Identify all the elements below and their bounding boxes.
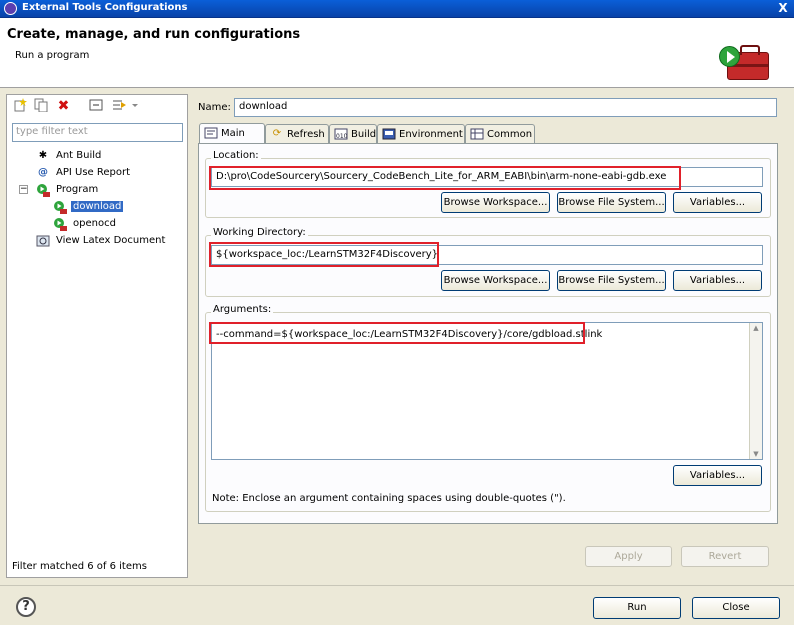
scroll-up-arrow[interactable]: ▲ xyxy=(750,323,762,333)
new-configuration-button[interactable] xyxy=(11,98,28,115)
run-button[interactable]: Run xyxy=(593,597,681,619)
close-button[interactable]: Close xyxy=(692,597,780,619)
duplicate-button[interactable] xyxy=(32,98,49,115)
name-input[interactable]: download xyxy=(234,98,777,117)
tab-environment[interactable]: Environment xyxy=(377,124,465,144)
workdir-browse-workspace-button[interactable]: Browse Workspace... xyxy=(441,270,550,291)
tree-item-openocd[interactable]: openocd xyxy=(53,215,118,232)
collapse-all-icon xyxy=(89,99,102,111)
program-config-icon xyxy=(53,217,67,231)
header-title: Create, manage, and run configurations xyxy=(7,27,301,42)
tree-item-program[interactable]: Program xyxy=(36,181,100,198)
filter-status: Filter matched 6 of 6 items xyxy=(12,561,147,572)
bottom-separator xyxy=(0,585,794,586)
tree-item-download[interactable]: download xyxy=(53,198,124,215)
apply-button[interactable]: Apply xyxy=(585,546,672,567)
run-icon xyxy=(719,46,740,67)
arguments-scrollbar[interactable]: ▲ ▼ xyxy=(749,323,762,459)
delete-button[interactable]: ✖ xyxy=(55,98,72,115)
help-icon: ? xyxy=(22,599,30,614)
program-icon xyxy=(36,183,50,197)
arguments-highlight xyxy=(209,322,585,344)
delete-icon: ✖ xyxy=(57,98,70,114)
scroll-down-arrow[interactable]: ▼ xyxy=(750,449,762,459)
common-tab-icon xyxy=(470,128,484,140)
workdir-browse-filesystem-button[interactable]: Browse File System... xyxy=(557,270,666,291)
tab-build[interactable]: 010 Build xyxy=(329,124,377,144)
refresh-tab-icon: ⟳ xyxy=(272,128,282,139)
arguments-label: Arguments: xyxy=(211,304,274,315)
revert-button[interactable]: Revert xyxy=(681,546,769,567)
tree-item-api-use-report[interactable]: @ API Use Report xyxy=(36,164,132,181)
main-tab-panel: Location: D:\pro\CodeSourcery\Sourcery_C… xyxy=(198,143,778,524)
environment-tab-icon xyxy=(382,128,396,140)
dialog-header: Create, manage, and run configurations R… xyxy=(0,18,794,88)
location-variables-button[interactable]: Variables... xyxy=(673,192,762,213)
configuration-list-panel: ✖ type filter text ✱ Ant Build @ API Use R… xyxy=(6,94,188,578)
svg-text:010: 010 xyxy=(336,133,348,140)
duplicate-icon xyxy=(34,98,47,113)
program-config-icon xyxy=(53,200,67,214)
program-collapse-toggle[interactable]: − xyxy=(19,185,28,194)
tab-main[interactable]: Main xyxy=(199,123,265,144)
working-directory-highlight xyxy=(209,242,439,267)
location-highlight xyxy=(209,166,681,190)
working-directory-label: Working Directory: xyxy=(211,227,308,238)
help-button[interactable]: ? xyxy=(16,597,36,617)
tab-common[interactable]: Common xyxy=(465,124,535,144)
latex-icon xyxy=(36,234,50,248)
eclipse-icon xyxy=(4,2,17,15)
location-browse-filesystem-button[interactable]: Browse File System... xyxy=(557,192,666,213)
location-browse-workspace-button[interactable]: Browse Workspace... xyxy=(441,192,550,213)
filter-input[interactable]: type filter text xyxy=(12,123,183,142)
tab-refresh[interactable]: ⟳ Refresh xyxy=(265,124,329,144)
header-subtitle: Run a program xyxy=(15,50,90,61)
at-icon: @ xyxy=(38,166,48,178)
workdir-variables-button[interactable]: Variables... xyxy=(673,270,762,291)
arguments-variables-button[interactable]: Variables... xyxy=(673,465,762,486)
ant-icon: ✱ xyxy=(38,149,48,161)
filter-icon xyxy=(113,100,138,110)
tree-item-ant-build[interactable]: ✱ Ant Build xyxy=(36,147,103,164)
close-window-button[interactable]: X xyxy=(776,1,790,15)
main-tab-icon xyxy=(204,127,218,139)
name-label: Name: xyxy=(198,102,231,113)
new-config-icon xyxy=(14,98,27,112)
filter-menu-button[interactable] xyxy=(111,98,141,115)
arguments-note: Note: Enclose an argument containing spa… xyxy=(212,493,566,504)
window-title: External Tools Configurations xyxy=(22,2,188,13)
collapse-all-button[interactable] xyxy=(87,98,104,115)
tree-item-view-latex-document[interactable]: View Latex Document xyxy=(36,232,167,249)
title-bar: External Tools Configurations X xyxy=(0,0,794,18)
location-label: Location: xyxy=(211,150,261,161)
build-tab-icon: 010 xyxy=(334,128,348,140)
